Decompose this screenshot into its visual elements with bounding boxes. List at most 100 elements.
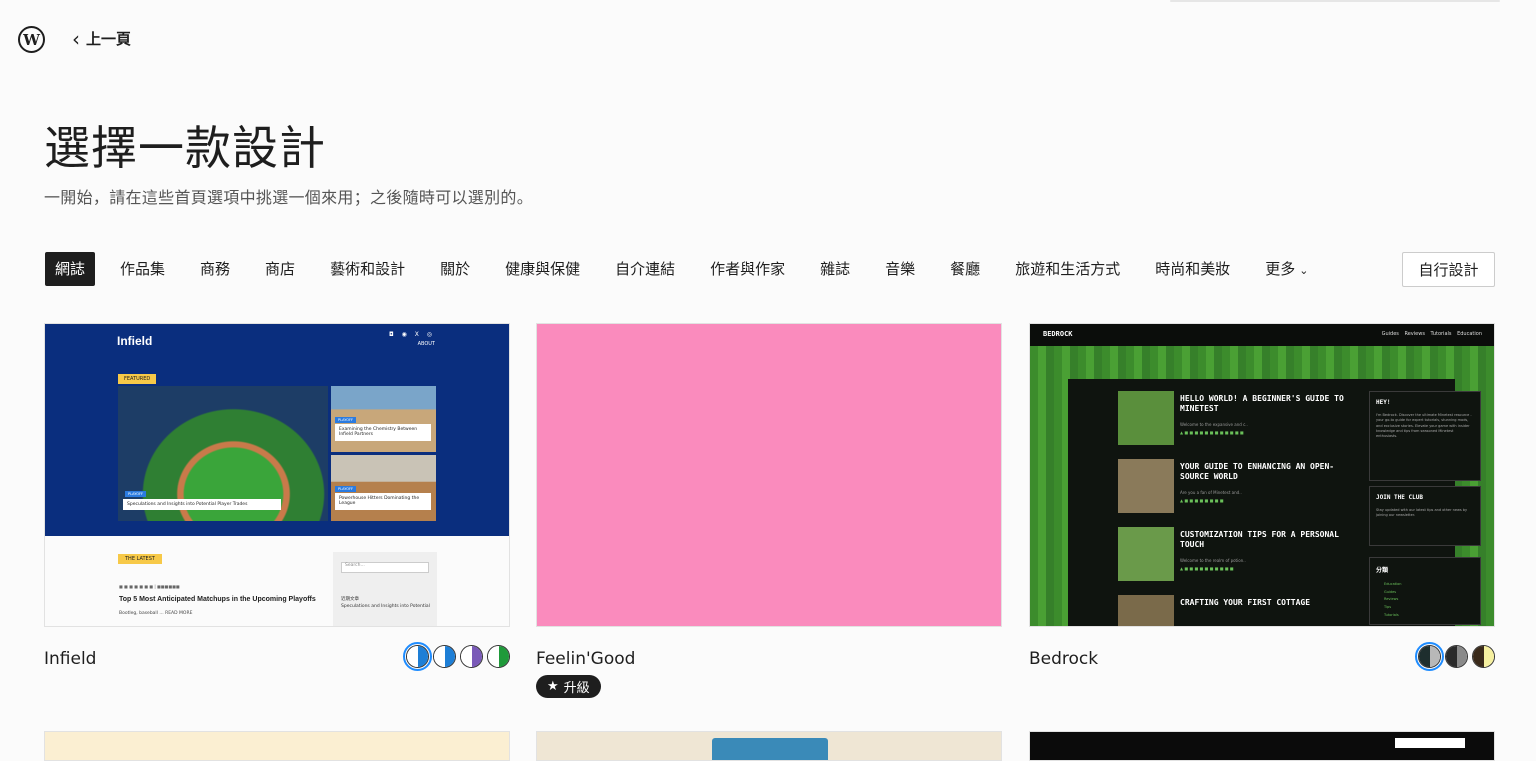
top-bar: W ‹ 上一頁 <box>0 0 1536 80</box>
infield-category-tag-2: PLAYOFF <box>335 417 356 423</box>
category-11[interactable]: 音樂 <box>875 252 925 286</box>
swatch-right <box>498 646 509 667</box>
bedrock-post-excerpt: Welcome to our step-by-step gu.. <box>1180 626 1247 627</box>
style-variation-swatches <box>1415 642 1495 671</box>
category-4[interactable]: 商店 <box>255 252 305 286</box>
infield-caption-3: Powerhouse Hitters Dominating the League <box>335 493 431 510</box>
bedrock-post-image <box>1118 595 1174 626</box>
more-label: 更多 <box>1265 260 1296 278</box>
swatch-right <box>1483 646 1494 667</box>
bedrock-logo: BEDROCK <box>1043 330 1073 338</box>
bedrock-post-image <box>1118 459 1174 513</box>
infield-logo: Infield <box>117 334 153 348</box>
bedrock-categories-title: 分類 <box>1376 567 1389 574</box>
bedrock-categories-box: 分類 Education Guides Reviews Tips Tutorials <box>1369 557 1481 625</box>
swatch-right <box>444 646 455 667</box>
infield-social-icons: ◘ ◉ X ◎ <box>388 331 435 338</box>
bedrock-post: HELLO WORLD! A BEGINNER'S GUIDE TO MINET… <box>1118 391 1348 451</box>
theme-preview-peek-2[interactable] <box>536 731 1002 761</box>
infield-recent-title: 近期文章 <box>341 597 359 602</box>
bedrock-post-excerpt: Welcome to the realm of potion.. <box>1180 558 1246 563</box>
bedrock-post: CRAFTING YOUR FIRST COTTAGE Welcome to ou… <box>1118 595 1348 627</box>
bedrock-category-link: Tips <box>1384 605 1392 610</box>
infield-post-meta: ■ ■ ■ ■ ■ ■ ■ | ■■■■■■ <box>119 584 180 589</box>
theme-card-infield: Infield ◘ ◉ X ◎ ABOUT FEATURED PLAYOFF S… <box>44 323 510 671</box>
style-swatch[interactable] <box>1445 645 1468 668</box>
upgrade-label: 升級 <box>563 681 590 696</box>
bedrock-post-title: CRAFTING YOUR FIRST COTTAGE <box>1180 598 1311 607</box>
bedrock-post-meta: ▲ ■ ■ ■ ■ ■ ■ ■ ■ ■ ■ <box>1180 566 1234 571</box>
swatch-left <box>1446 646 1457 667</box>
theme-name: Feelin'Good <box>536 649 636 669</box>
theme-card-bedrock: BEDROCK Guides Reviews Tutorials Educati… <box>1029 323 1495 671</box>
infield-category-tag-3: PLAYOFF <box>335 486 356 492</box>
page-title: 選擇一款設計 <box>44 121 326 175</box>
infield-caption-2: Examining the Chemistry Between Infield … <box>335 424 431 441</box>
swatch-left <box>434 646 445 667</box>
theme-name: Bedrock <box>1029 649 1099 669</box>
swatch-left <box>407 646 418 667</box>
category-14[interactable]: 時尚和美妝 <box>1145 252 1240 286</box>
infield-caption-main: Speculations and Insights into Potential… <box>123 499 281 511</box>
style-swatch[interactable] <box>1472 645 1495 668</box>
theme-preview-peek-3[interactable] <box>1029 731 1495 761</box>
bedrock-hey-text: I'm Bedrock. Discover the ultimate Minet… <box>1376 413 1472 438</box>
theme-preview-bedrock[interactable]: BEDROCK Guides Reviews Tutorials Educati… <box>1029 323 1495 627</box>
bedrock-post-excerpt: Welcome to the expansive and c.. <box>1180 422 1248 427</box>
infield-about-link: ABOUT <box>417 341 435 347</box>
bedrock-hey-title: HEY! <box>1376 399 1391 406</box>
upgrade-badge[interactable]: ★ 升級 <box>536 675 601 698</box>
category-more-dropdown[interactable]: 更多 ⌄ <box>1255 252 1318 286</box>
bedrock-nav: Guides Reviews Tutorials Education <box>1381 331 1482 337</box>
swatch-left <box>461 646 472 667</box>
infield-category-tag: PLAYOFF <box>125 491 146 497</box>
top-divider <box>1170 0 1500 2</box>
bedrock-post-image <box>1118 527 1174 581</box>
category-6[interactable]: 關於 <box>430 252 480 286</box>
bedrock-category-link: Reviews <box>1384 597 1399 602</box>
theme-preview-feelingood[interactable] <box>536 323 1002 627</box>
style-swatch[interactable] <box>403 642 432 671</box>
infield-latest-tag: THE LATEST <box>118 554 162 564</box>
bedrock-category-link: Guides <box>1384 589 1397 594</box>
bedrock-post-title: CUSTOMIZATION TIPS FOR A PERSONAL TOUCH <box>1180 530 1339 550</box>
bedrock-post-image <box>1118 391 1174 445</box>
swatch-right <box>1456 646 1467 667</box>
category-1[interactable]: 網誌 <box>45 252 96 286</box>
infield-recent-posts: 近期文章 Speculations and Insights into Pote… <box>341 596 430 610</box>
category-5[interactable]: 藝術和設計 <box>320 252 415 286</box>
category-2[interactable]: 作品集 <box>110 252 175 286</box>
category-8[interactable]: 自介連結 <box>605 252 685 286</box>
star-icon: ★ <box>547 679 559 694</box>
bedrock-category-link: Education <box>1384 582 1402 586</box>
bedrock-post-excerpt: Are you a fan of Minetest and.. <box>1180 490 1242 495</box>
category-10[interactable]: 雜誌 <box>810 252 860 286</box>
bedrock-content-panel: HELLO WORLD! A BEGINNER'S GUIDE TO MINET… <box>1068 379 1481 627</box>
peek-image <box>712 738 828 760</box>
theme-preview-infield[interactable]: Infield ◘ ◉ X ◎ ABOUT FEATURED PLAYOFF S… <box>44 323 510 627</box>
category-12[interactable]: 餐廳 <box>940 252 990 286</box>
swatch-right <box>417 646 428 667</box>
chevron-down-icon: ⌄ <box>1299 264 1309 277</box>
back-button[interactable]: ‹ 上一頁 <box>72 28 131 49</box>
category-7[interactable]: 健康與保健 <box>495 252 590 286</box>
swatch-right <box>471 646 482 667</box>
category-9[interactable]: 作者與作家 <box>700 252 795 286</box>
style-swatch[interactable] <box>487 645 510 668</box>
infield-post-headline: Top 5 Most Anticipated Matchups in the U… <box>119 596 316 603</box>
bedrock-post-meta: ▲ ■ ■ ■ ■ ■ ■ ■ ■ <box>1180 498 1224 503</box>
theme-preview-peek-1[interactable] <box>44 731 510 761</box>
category-13[interactable]: 旅遊和生活方式 <box>1005 252 1130 286</box>
category-3[interactable]: 商務 <box>190 252 240 286</box>
custom-design-button[interactable]: 自行設計 <box>1402 252 1495 287</box>
style-swatch[interactable] <box>1415 642 1444 671</box>
bedrock-post: YOUR GUIDE TO ENHANCING AN OPEN-SOURCE W… <box>1118 459 1348 519</box>
swatch-left <box>1473 646 1484 667</box>
style-swatch[interactable] <box>460 645 483 668</box>
bedrock-post: CUSTOMIZATION TIPS FOR A PERSONAL TOUCH W… <box>1118 527 1348 587</box>
bedrock-post-title: YOUR GUIDE TO ENHANCING AN OPEN-SOURCE W… <box>1180 462 1335 482</box>
style-swatch[interactable] <box>433 645 456 668</box>
swatch-right <box>1429 646 1440 667</box>
infield-recent-item: Speculations and Insights into Potential <box>341 604 430 610</box>
wordpress-logo-icon[interactable]: W <box>18 26 45 53</box>
